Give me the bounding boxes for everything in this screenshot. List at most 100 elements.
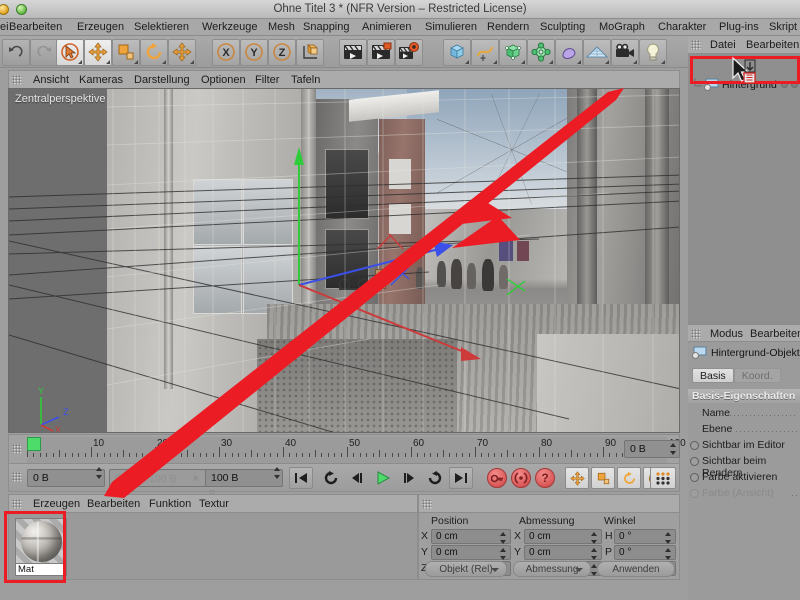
viewport-menu-optionen[interactable]: Optionen [201, 71, 246, 89]
viewport-menu-kameras[interactable]: Kameras [79, 71, 123, 89]
radio-icon[interactable] [690, 473, 699, 482]
object-menu-bearbeiten[interactable]: Bearbeiten [746, 36, 799, 54]
light-icon[interactable] [639, 39, 667, 66]
menu-item-ei[interactable]: ei [0, 19, 9, 36]
next-frame-button[interactable] [397, 467, 421, 489]
lock-x-axis-icon[interactable]: X [212, 39, 240, 66]
coordinate-mode-dropdown[interactable]: Objekt (Rel) [425, 561, 507, 577]
menu-item-werkzeuge[interactable]: Werkzeuge [202, 19, 257, 36]
loop-back-button[interactable] [423, 467, 447, 489]
deformer-icon[interactable] [527, 39, 555, 66]
menu-item-mograph[interactable]: MoGraph [599, 19, 645, 36]
menu-item-animieren[interactable]: Animieren [362, 19, 412, 36]
current-time-marker[interactable] [27, 437, 41, 451]
timeline-track[interactable]: 0102030405060708090100 [27, 437, 667, 463]
size-x-field[interactable]: 0 cm [524, 529, 602, 544]
property-sichtbar-beim-rendern[interactable]: Sichtbar beim Rendern [688, 454, 800, 470]
undo-icon[interactable] [2, 39, 30, 66]
lock-y-axis-icon[interactable]: Y [240, 39, 268, 66]
play-button[interactable] [371, 467, 395, 489]
property-farbe-aktivieren[interactable]: Farbe aktivieren [688, 470, 800, 486]
attribute-manager-grip-icon[interactable] [691, 329, 701, 339]
end-frame-field[interactable]: 100 B [205, 469, 283, 487]
spline-pen-icon[interactable] [471, 39, 499, 66]
world-object-coordinates-icon[interactable] [296, 39, 324, 66]
menu-item-mesh[interactable]: Mesh [268, 19, 295, 36]
menu-item-rendern[interactable]: Rendern [487, 19, 529, 36]
move-tool-icon[interactable] [84, 39, 112, 66]
autokeying-button[interactable] [511, 468, 531, 488]
radio-icon[interactable] [690, 457, 699, 466]
property-ebene[interactable]: Ebene [688, 422, 800, 438]
material-menu-bearbeiten[interactable]: Bearbeiten [87, 495, 140, 513]
viewport-menu-filter[interactable]: Filter [255, 71, 279, 89]
live-selection-icon[interactable] [56, 39, 84, 66]
playback-grip-icon[interactable] [12, 472, 22, 482]
object-menu-datei[interactable]: Datei [710, 36, 736, 54]
primitive-cube-icon[interactable] [443, 39, 471, 66]
material-menu-funktion[interactable]: Funktion [149, 495, 191, 513]
render-region-icon[interactable] [367, 39, 395, 66]
mograph-icon[interactable] [555, 39, 583, 66]
menu-item-snapping[interactable]: Snapping [303, 19, 350, 36]
angle-h-field[interactable]: 0 ° [614, 529, 676, 544]
menu-item-sculpting[interactable]: Sculpting [540, 19, 585, 36]
key-scale-button[interactable] [591, 467, 615, 489]
material-item[interactable]: Mat [15, 518, 67, 576]
current-frame-stepper[interactable] [670, 443, 677, 455]
material-menu-textur[interactable]: Textur [199, 495, 229, 513]
radio-icon[interactable] [690, 489, 699, 498]
size-mode-dropdown[interactable]: Abmessung [513, 561, 591, 577]
lock-z-axis-icon[interactable]: Z [268, 39, 296, 66]
angle-stepper[interactable] [665, 532, 672, 544]
angle-stepper[interactable] [665, 548, 672, 560]
key-position-button[interactable] [565, 467, 589, 489]
render-view-icon[interactable] [339, 39, 367, 66]
start-frame-stepper[interactable] [96, 467, 103, 479]
viewport-menu-ansicht[interactable]: Ansicht [33, 71, 69, 89]
timeline-ruler[interactable]: 0102030405060708090100 [8, 434, 680, 464]
camera-icon[interactable] [611, 39, 639, 66]
material-menu-erzeugen[interactable]: Erzeugen [33, 495, 80, 513]
generator-icon[interactable] [499, 39, 527, 66]
material-manager-grip-icon[interactable] [12, 499, 22, 509]
end-frame-stepper[interactable] [274, 467, 281, 479]
viewport-menu-darstellung[interactable]: Darstellung [134, 71, 190, 89]
tab-basis[interactable]: Basis [692, 368, 734, 383]
record-keyframe-button[interactable] [487, 468, 507, 488]
size-stepper[interactable] [591, 548, 598, 560]
material-manager-body[interactable]: Mat [8, 512, 418, 580]
keyframe-selection-button[interactable]: ? [535, 468, 555, 488]
menu-item-skript[interactable]: Skript [769, 19, 797, 36]
object-manager-grip-icon[interactable] [691, 40, 701, 50]
size-y-field[interactable]: 0 cm [524, 545, 602, 560]
position-stepper[interactable] [500, 548, 507, 560]
go-to-end-button[interactable] [449, 467, 473, 489]
material-preview-icon[interactable] [15, 518, 67, 564]
menu-item-plug-ins[interactable]: Plug-ins [719, 19, 759, 36]
apply-button[interactable]: Anwenden [597, 561, 675, 577]
previous-frame-button[interactable] [345, 467, 369, 489]
menu-item-selektieren[interactable]: Selektieren [134, 19, 189, 36]
property-farbe-ansicht-[interactable]: Farbe (Ansicht) [688, 486, 800, 502]
coordinates-grip-icon[interactable] [422, 499, 432, 509]
menu-item-bearbeiten[interactable]: Bearbeiten [9, 19, 62, 36]
property-name[interactable]: Name [688, 406, 800, 422]
angle-p-field[interactable]: 0 ° [614, 545, 676, 560]
tab-koord[interactable]: Koord. [734, 368, 781, 383]
scale-tool-icon[interactable] [112, 39, 140, 66]
background-object-icon[interactable] [704, 78, 719, 91]
move-axis-icon[interactable] [168, 39, 196, 66]
attribute-menu-modus[interactable]: Modus [710, 325, 743, 343]
menu-item-simulieren[interactable]: Simulieren [425, 19, 477, 36]
object-visibility-dots[interactable] [781, 81, 798, 88]
render-settings-icon[interactable] [395, 39, 423, 66]
menu-item-erzeugen[interactable]: Erzeugen [77, 19, 124, 36]
position-x-field[interactable]: 0 cm [431, 529, 511, 544]
loop-playback-button[interactable] [319, 467, 343, 489]
object-manager-body[interactable]: Hintergrund [688, 54, 800, 324]
size-stepper[interactable] [591, 532, 598, 544]
redo-icon[interactable] [30, 39, 58, 66]
timeline-grip-icon[interactable] [12, 444, 22, 454]
rotate-tool-icon[interactable] [140, 39, 168, 66]
